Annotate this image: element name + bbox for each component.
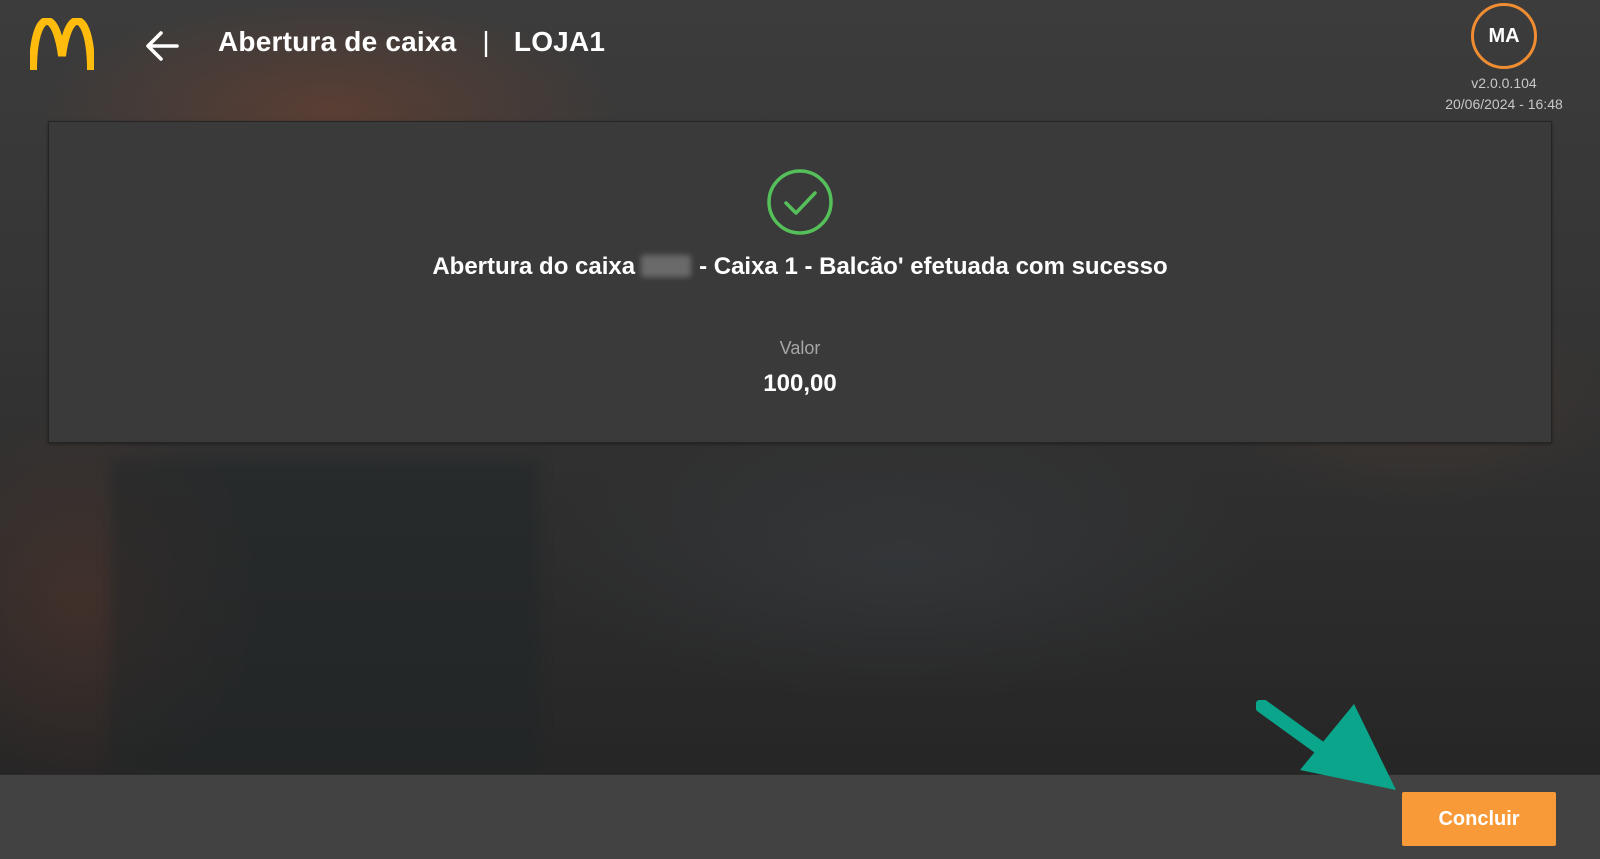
app-version: v2.0.0.104 — [1471, 75, 1537, 91]
title-separator: | — [482, 26, 490, 57]
pointer-arrow-icon — [1256, 700, 1396, 790]
app-header: Abertura de caixa | LOJA1 MA v2.0.0.104 20… — [0, 0, 1600, 118]
page-title-text: Abertura de caixa — [218, 26, 457, 57]
conclude-button[interactable]: Concluir — [1402, 792, 1556, 846]
redacted-text — [641, 255, 692, 277]
success-message-prefix: Abertura do caixa — [432, 253, 636, 280]
arrow-left-icon — [146, 31, 179, 61]
mcdonalds-logo-icon — [30, 18, 94, 71]
user-avatar[interactable]: MA — [1471, 3, 1537, 69]
store-name: LOJA1 — [513, 26, 606, 57]
check-circle-icon — [767, 169, 833, 235]
user-initials: MA — [1488, 24, 1520, 47]
current-datetime: 20/06/2024 - 16:48 — [1445, 96, 1563, 112]
value-amount: 100,00 — [763, 370, 837, 397]
page-title: Abertura de caixa | LOJA1 — [218, 26, 605, 58]
success-message: Abertura do caixa - Caixa 1 - Balcão' efe… — [0, 253, 1600, 281]
success-message-suffix: - Caixa 1 - Balcão' efetuada com sucesso — [699, 253, 1168, 280]
back-button[interactable] — [140, 24, 184, 68]
background-shape — [110, 460, 540, 770]
value-label: Valor — [779, 338, 821, 358]
